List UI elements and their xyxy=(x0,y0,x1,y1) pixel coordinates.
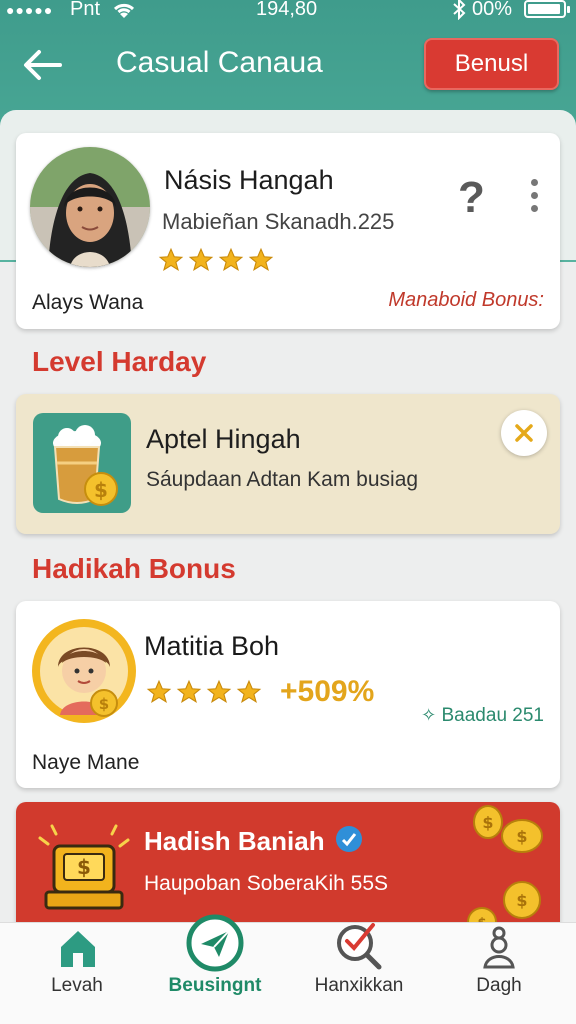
svg-text:$: $ xyxy=(516,891,527,910)
user-icon xyxy=(483,926,515,969)
badge-icon xyxy=(336,826,362,852)
bonus-rating xyxy=(146,679,262,705)
close-button[interactable] xyxy=(501,410,547,456)
promo-title: Hadish Baniah xyxy=(144,826,325,856)
clock: 194,80 xyxy=(256,0,318,20)
bonus-name: Matitia Boh xyxy=(144,631,280,661)
tab-bar: Levah Beusingnt Hanxikkan Dagh xyxy=(0,914,576,1024)
battery-icon xyxy=(524,0,570,18)
close-icon xyxy=(515,424,533,442)
status-bar: ●●●●● Pnt 194,80 00% xyxy=(0,0,576,24)
help-icon[interactable]: ? xyxy=(458,173,485,223)
tab-beusingnt[interactable]: Beusingnt xyxy=(143,914,287,1024)
bonus-percent: +509% xyxy=(280,675,375,708)
wifi-icon xyxy=(112,0,136,26)
tab-dagh[interactable]: Dagh xyxy=(427,923,571,1024)
page-title: Casual Canaua xyxy=(116,46,323,79)
svg-text:$: $ xyxy=(94,478,108,502)
coins-icon: $$ $$ xyxy=(467,805,543,937)
more-options-icon[interactable] xyxy=(522,179,546,219)
section-title-level: Level Harday xyxy=(32,346,207,377)
bonus-button[interactable]: Benusl xyxy=(424,38,559,90)
star-icon xyxy=(218,247,244,271)
tab-label: Beusingnt xyxy=(168,975,262,996)
profile-card: Násis Hangah Mabieñan Skanadh.225 ? Alay… xyxy=(16,133,560,329)
battery-percent: 00% xyxy=(472,0,513,20)
star-icon xyxy=(146,679,172,703)
arrow-left-icon xyxy=(24,50,62,80)
star-icon xyxy=(158,247,184,271)
star-icon xyxy=(236,679,262,703)
section-title-bonus: Hadikah Bonus xyxy=(32,553,236,584)
profile-name: Násis Hangah xyxy=(164,165,334,195)
check-search-icon xyxy=(337,923,382,970)
promo-card[interactable]: $ Hadish Baniah Haupoban SoberaKih 55S $… xyxy=(16,802,560,942)
tab-levah[interactable]: Levah xyxy=(5,923,149,1024)
cash-register-icon: $ xyxy=(38,824,130,910)
level-subtitle: Sáupdaan Adtan Kam busiag xyxy=(146,468,419,491)
drink-coin-icon: $ xyxy=(33,413,131,513)
level-card[interactable]: $ Aptel Hingah Sáupdaan Adtan Kam busiag xyxy=(16,394,560,534)
signal-icon: ●●●●● xyxy=(6,2,54,18)
svg-text:$: $ xyxy=(77,855,91,879)
profile-footer-label: Alays Wana xyxy=(32,291,144,314)
svg-text:$: $ xyxy=(482,813,493,832)
profile-rating xyxy=(158,247,274,273)
avatar[interactable] xyxy=(30,147,150,267)
carrier-label: Pnt xyxy=(70,0,101,20)
star-icon xyxy=(188,247,214,271)
bonus-card[interactable]: $ Matitia Boh +509% ✧ Baadau 251 Naye Ma… xyxy=(16,601,560,788)
star-icon xyxy=(206,679,232,703)
sparkle-icon: ✧ xyxy=(421,705,437,725)
star-icon xyxy=(248,247,274,271)
bonus-badge[interactable]: ✧ Baadau 251 xyxy=(421,705,544,727)
tab-label: Dagh xyxy=(476,975,522,996)
svg-text:$: $ xyxy=(99,695,109,713)
home-icon xyxy=(61,931,95,967)
tab-label: Hanxikkan xyxy=(314,975,404,996)
svg-text:$: $ xyxy=(516,827,527,846)
profile-subtitle: Mabieñan Skanadh.225 xyxy=(162,209,395,234)
star-icon xyxy=(176,679,202,703)
tab-hanxikkan[interactable]: Hanxikkan xyxy=(287,923,431,1024)
tab-label: Levah xyxy=(51,975,103,996)
promo-subtitle: Haupoban SoberaKih 55S xyxy=(144,872,389,895)
bonus-link[interactable]: Manaboid Bonus: xyxy=(388,289,544,312)
bluetooth-icon xyxy=(452,0,466,26)
level-title: Aptel Hingah xyxy=(146,424,301,454)
send-icon xyxy=(186,914,244,972)
cartoon-avatar: $ xyxy=(32,619,136,723)
bonus-footer-label: Naye Mane xyxy=(32,751,140,774)
bonus-badge-label: Baadau 251 xyxy=(441,705,545,726)
back-button[interactable] xyxy=(22,48,62,82)
